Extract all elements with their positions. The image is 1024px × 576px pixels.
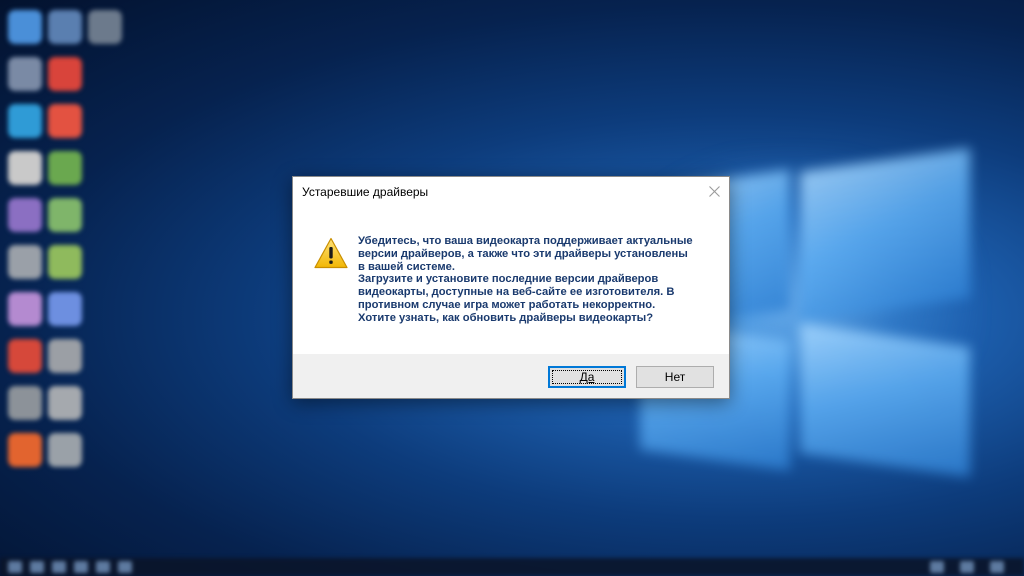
dialog-content: Убедитесь, что ваша видеокарта поддержив… [293, 207, 729, 354]
desktop-background: Устаревшие драйверы Убедитесь, что ваша … [0, 0, 1024, 576]
taskbar-item[interactable] [52, 561, 66, 573]
desktop-icon[interactable] [48, 292, 82, 326]
desktop-icon[interactable] [8, 198, 42, 232]
message-line: видеокарты, доступные на веб-сайте ее из… [358, 286, 675, 299]
message-line: Хотите узнать, как обновить драйверы вид… [358, 311, 654, 324]
dialog-button-bar: Да Нет [293, 354, 729, 398]
message-dialog: Устаревшие драйверы Убедитесь, что ваша … [292, 176, 730, 399]
desktop-icon[interactable] [8, 57, 42, 91]
taskbar [0, 558, 1024, 576]
desktop-icon[interactable] [88, 10, 122, 44]
no-button[interactable]: Нет [636, 366, 714, 388]
desktop-icon[interactable] [8, 292, 42, 326]
desktop-icon[interactable] [48, 198, 82, 232]
desktop-icon[interactable] [8, 10, 42, 44]
desktop-icon[interactable] [48, 433, 82, 467]
dialog-title: Устаревшие драйверы [302, 185, 429, 199]
desktop-icons-column-2 [40, 0, 90, 480]
taskbar-item[interactable] [30, 561, 44, 573]
close-icon [708, 186, 720, 197]
desktop-icon[interactable] [48, 339, 82, 373]
desktop-icon[interactable] [8, 245, 42, 279]
desktop-icon[interactable] [48, 151, 82, 185]
dialog-message: Убедитесь, что ваша видеокарта поддержив… [358, 235, 718, 325]
desktop-icon[interactable] [48, 386, 82, 420]
message-line: версии драйверов, а также что эти драйве… [358, 247, 688, 260]
taskbar-item[interactable] [960, 561, 974, 573]
desktop-icon[interactable] [8, 104, 42, 138]
desktop-icon[interactable] [48, 104, 82, 138]
desktop-icon[interactable] [8, 433, 42, 467]
desktop-icons-column-3 [80, 0, 130, 57]
taskbar-item[interactable] [930, 561, 944, 573]
message-line: в вашей системе. [358, 260, 455, 273]
dialog-titlebar[interactable]: Устаревшие драйверы [293, 177, 729, 207]
message-line: противном случае игра может работать нек… [358, 298, 656, 311]
taskbar-item[interactable] [96, 561, 110, 573]
desktop-icon[interactable] [48, 57, 82, 91]
yes-button-label: Да [579, 370, 595, 384]
no-button-label: Нет [664, 370, 686, 384]
desktop-icon[interactable] [48, 10, 82, 44]
close-button[interactable] [699, 177, 729, 206]
taskbar-item[interactable] [74, 561, 88, 573]
message-line: Убедитесь, что ваша видеокарта поддержив… [358, 235, 693, 247]
desktop-icon[interactable] [8, 339, 42, 373]
desktop-icon[interactable] [8, 386, 42, 420]
desktop-icon[interactable] [8, 151, 42, 185]
taskbar-item[interactable] [8, 561, 22, 573]
message-line: Загрузите и установите последние версии … [358, 273, 659, 286]
taskbar-item[interactable] [118, 561, 132, 573]
taskbar-item[interactable] [990, 561, 1004, 573]
yes-button[interactable]: Да [548, 366, 626, 388]
warning-triangle-icon [314, 237, 348, 269]
desktop-icon[interactable] [48, 245, 82, 279]
